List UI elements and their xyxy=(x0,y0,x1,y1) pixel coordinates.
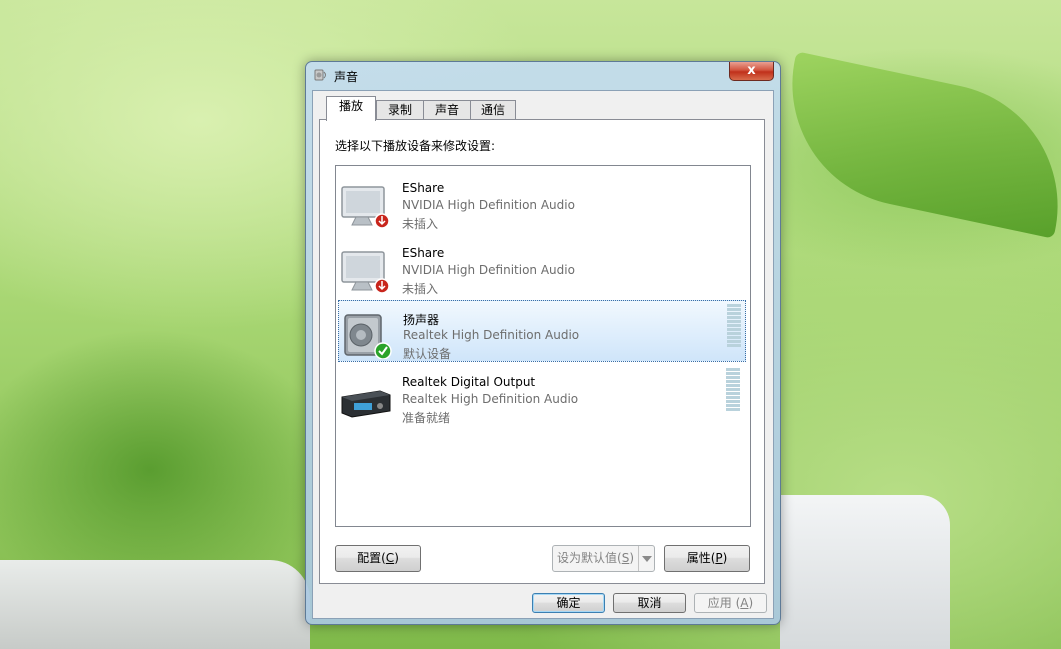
device-item-selected[interactable]: 扬声器 Realtek High Definition Audio 默认设备 xyxy=(338,300,746,362)
configure-button[interactable]: 配置(C) xyxy=(335,545,421,572)
tab-label: 声音 xyxy=(434,103,459,117)
volume-level-meter xyxy=(727,304,741,359)
wallpaper-pot-right xyxy=(780,495,950,649)
set-default-split-button[interactable]: 设为默认值(S) xyxy=(552,545,655,572)
device-status: 准备就绪 xyxy=(402,411,451,425)
button-label-suffix: ) xyxy=(748,596,754,610)
sound-dialog: 声音 x 播放 录制 声音 通信 选择以下播放设备来修改设置: EShare N… xyxy=(305,61,781,625)
unplugged-badge-icon xyxy=(374,278,390,294)
device-driver: NVIDIA High Definition Audio xyxy=(402,198,575,212)
button-label-suffix: ) xyxy=(722,551,728,565)
monitor-icon xyxy=(341,251,390,294)
device-driver: Realtek High Definition Audio xyxy=(402,392,579,406)
device-driver: Realtek High Definition Audio xyxy=(403,328,580,342)
tab-label: 播放 xyxy=(338,99,363,113)
instruction-text: 选择以下播放设备来修改设置: xyxy=(335,139,496,153)
button-label: 配置( xyxy=(357,551,386,565)
volume-level-meter xyxy=(726,368,740,423)
default-check-icon xyxy=(374,342,392,359)
ok-button[interactable]: 确定 xyxy=(532,593,605,613)
monitor-icon xyxy=(341,186,390,229)
speaker-icon xyxy=(344,314,392,359)
playback-device-list[interactable]: EShare NVIDIA High Definition Audio 未插入 xyxy=(335,165,751,527)
device-item[interactable]: EShare NVIDIA High Definition Audio 未插入 xyxy=(338,171,746,233)
device-status: 默认设备 xyxy=(403,347,452,361)
wallpaper-leaf xyxy=(769,51,1061,239)
device-name: 扬声器 xyxy=(403,313,440,327)
accelerator-key: C xyxy=(385,551,395,565)
button-label: 应用 ( xyxy=(707,596,741,610)
playback-panel: 选择以下播放设备来修改设置: EShare NVIDIA High Defini… xyxy=(319,119,765,584)
button-label-suffix: ) xyxy=(394,551,399,565)
close-button[interactable]: x xyxy=(729,62,774,81)
tab-communications[interactable]: 通信 xyxy=(470,100,516,120)
device-name: EShare xyxy=(402,246,445,260)
device-item[interactable]: EShare NVIDIA High Definition Audio 未插入 xyxy=(338,236,746,298)
button-label-suffix: ) xyxy=(629,551,634,565)
button-label: 属性( xyxy=(686,551,716,565)
device-item[interactable]: Realtek Digital Output Realtek High Defi… xyxy=(338,365,746,427)
tab-recording[interactable]: 录制 xyxy=(376,100,424,120)
title-bar[interactable]: 声音 x xyxy=(306,62,780,90)
tab-playback[interactable]: 播放 xyxy=(326,96,376,121)
tab-label: 通信 xyxy=(480,103,505,117)
accelerator-key: P xyxy=(715,551,723,565)
tab-sounds[interactable]: 声音 xyxy=(423,100,471,120)
digital-receiver-icon xyxy=(341,390,391,418)
window-title: 声音 xyxy=(334,70,359,84)
device-status: 未插入 xyxy=(402,217,439,231)
button-label: 取消 xyxy=(637,596,662,610)
device-status: 未插入 xyxy=(402,282,439,296)
cancel-button[interactable]: 取消 xyxy=(613,593,686,613)
button-label: 确定 xyxy=(556,596,581,610)
sound-app-icon xyxy=(314,69,326,81)
device-name: EShare xyxy=(402,181,445,195)
device-driver: NVIDIA High Definition Audio xyxy=(402,263,575,277)
wallpaper-pot-left xyxy=(0,560,310,649)
close-icon: x xyxy=(747,63,756,78)
apply-button[interactable]: 应用 (A) xyxy=(694,593,767,613)
dropdown-arrow-icon[interactable] xyxy=(638,546,654,571)
dialog-client-area: 播放 录制 声音 通信 选择以下播放设备来修改设置: EShare NVIDIA… xyxy=(312,90,774,619)
accelerator-key: A xyxy=(740,596,749,610)
button-label: 设为默认值( xyxy=(557,551,622,565)
tab-label: 录制 xyxy=(387,103,412,117)
properties-button[interactable]: 属性(P) xyxy=(664,545,750,572)
unplugged-badge-icon xyxy=(374,213,390,229)
device-name: Realtek Digital Output xyxy=(402,375,536,389)
